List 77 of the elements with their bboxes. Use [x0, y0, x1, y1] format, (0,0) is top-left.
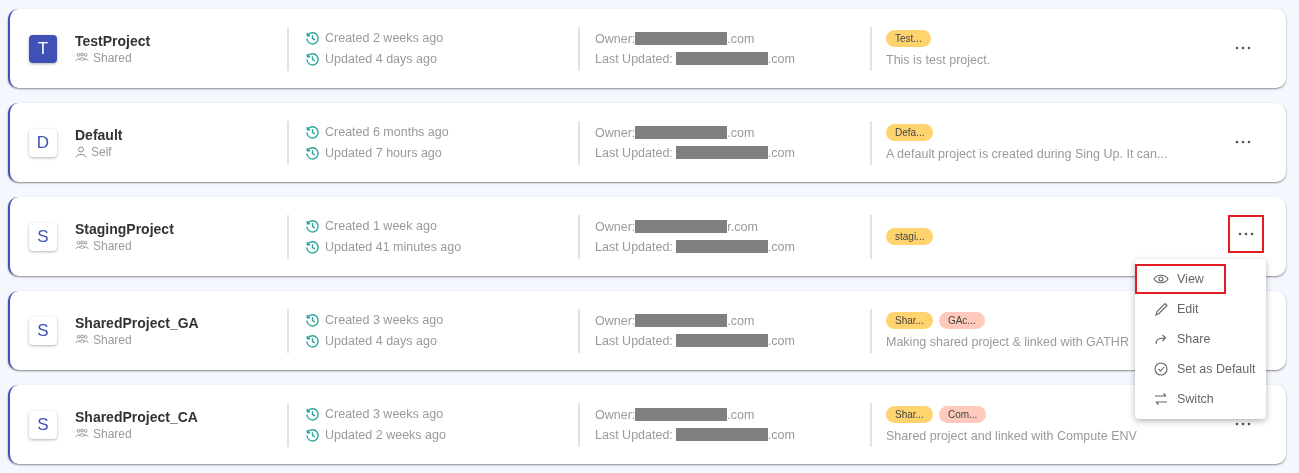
more-icon	[1235, 46, 1251, 50]
tag-chip: Com...	[938, 406, 987, 423]
email-suffix: .com	[767, 51, 795, 66]
last-updated-label: Last Updated:	[595, 145, 673, 160]
created-text: Created 1 week ago	[325, 219, 437, 233]
updated-text: Updated 7 hours ago	[325, 146, 442, 160]
project-name: Default	[75, 126, 123, 143]
history-icon	[305, 239, 320, 255]
project-description: This is test project.	[886, 53, 991, 67]
tag-chip: Shar...	[886, 312, 933, 329]
access-label: Shared	[93, 426, 132, 441]
owner-label: Owner:	[595, 219, 636, 234]
history-icon	[305, 312, 320, 328]
more-icon	[1238, 232, 1254, 236]
menu-item[interactable]: Switch	[1135, 384, 1266, 414]
more-icon	[1235, 140, 1251, 144]
menu-item[interactable]: View	[1135, 264, 1226, 294]
project-description: Making shared project & linked with GATHR	[886, 335, 1129, 349]
email-suffix: .com	[727, 31, 755, 46]
history-icon	[305, 145, 320, 161]
updated-text: Updated 4 days ago	[325, 52, 437, 66]
email-suffix: .com	[767, 145, 795, 160]
updated-text: Updated 2 weeks ago	[325, 428, 446, 442]
tag-chip: Test...	[886, 30, 931, 47]
menu-item[interactable]: Share	[1135, 324, 1266, 354]
owner-label: Owner:	[595, 31, 636, 46]
more-icon	[1235, 422, 1251, 426]
email-suffix: .com	[767, 239, 795, 254]
created-text: Created 6 months ago	[325, 125, 449, 139]
tag-chip: GAc...	[938, 312, 985, 329]
history-icon	[305, 30, 320, 46]
tag-chip: Defa...	[886, 124, 934, 141]
last-updated-label: Last Updated:	[595, 333, 673, 348]
history-icon	[305, 333, 320, 349]
project-avatar: T	[29, 34, 57, 63]
project-avatar: S	[29, 410, 57, 439]
tag-chip: Shar...	[886, 406, 933, 423]
menu-item[interactable]: Edit	[1135, 294, 1266, 324]
email-suffix: .com	[767, 427, 795, 442]
history-icon	[305, 124, 320, 140]
project-description: Shared project and linked with Compute ENV	[886, 429, 1137, 443]
created-text: Created 3 weeks ago	[325, 407, 444, 421]
project-description: A default project is created during Sing Up. It can...	[886, 147, 1168, 161]
access-label: Self	[91, 144, 112, 159]
last-updated-label: Last Updated:	[595, 239, 673, 254]
email-suffix: r.com	[727, 219, 758, 234]
project-avatar: S	[29, 316, 57, 345]
project-avatar: S	[29, 222, 57, 251]
access-label: Shared	[93, 332, 132, 347]
owner-label: Owner:	[595, 313, 636, 328]
email-suffix: .com	[727, 313, 755, 328]
updated-text: Updated 41 minutes ago	[325, 240, 462, 254]
email-suffix: .com	[727, 407, 755, 422]
created-text: Created 3 weeks ago	[325, 313, 444, 327]
access-label: Shared	[93, 238, 132, 253]
project-name: TestProject	[75, 32, 151, 49]
last-updated-label: Last Updated:	[595, 427, 673, 442]
email-suffix: .com	[727, 125, 755, 140]
last-updated-label: Last Updated:	[595, 51, 673, 66]
more-button[interactable]	[1228, 215, 1264, 253]
project-name: SharedProject_GA	[75, 314, 199, 331]
project-name: SharedProject_CA	[75, 408, 198, 425]
history-icon	[305, 51, 320, 67]
created-text: Created 2 weeks ago	[325, 31, 444, 45]
tag-chip: stagi...	[886, 228, 934, 245]
project-name: StagingProject	[75, 220, 174, 237]
email-suffix: .com	[767, 333, 795, 348]
history-icon	[305, 406, 320, 422]
project-avatar: D	[29, 128, 57, 157]
owner-label: Owner:	[595, 125, 636, 140]
history-icon	[305, 427, 320, 443]
updated-text: Updated 4 days ago	[325, 334, 437, 348]
access-label: Shared	[93, 50, 132, 65]
history-icon	[305, 218, 320, 234]
owner-label: Owner:	[595, 407, 636, 422]
project-card[interactable]: D Default Self Created 6 months ago Updated 7 hours ago Owner: .com Last Updated: .com Defa... A default project is created during Sing Up. It can...	[8, 103, 1286, 182]
project-card[interactable]: T TestProject Shared Created 2 weeks ago Updated 4 days ago Owner: .com Last Updated: .com Test... This is test project.	[8, 9, 1286, 88]
